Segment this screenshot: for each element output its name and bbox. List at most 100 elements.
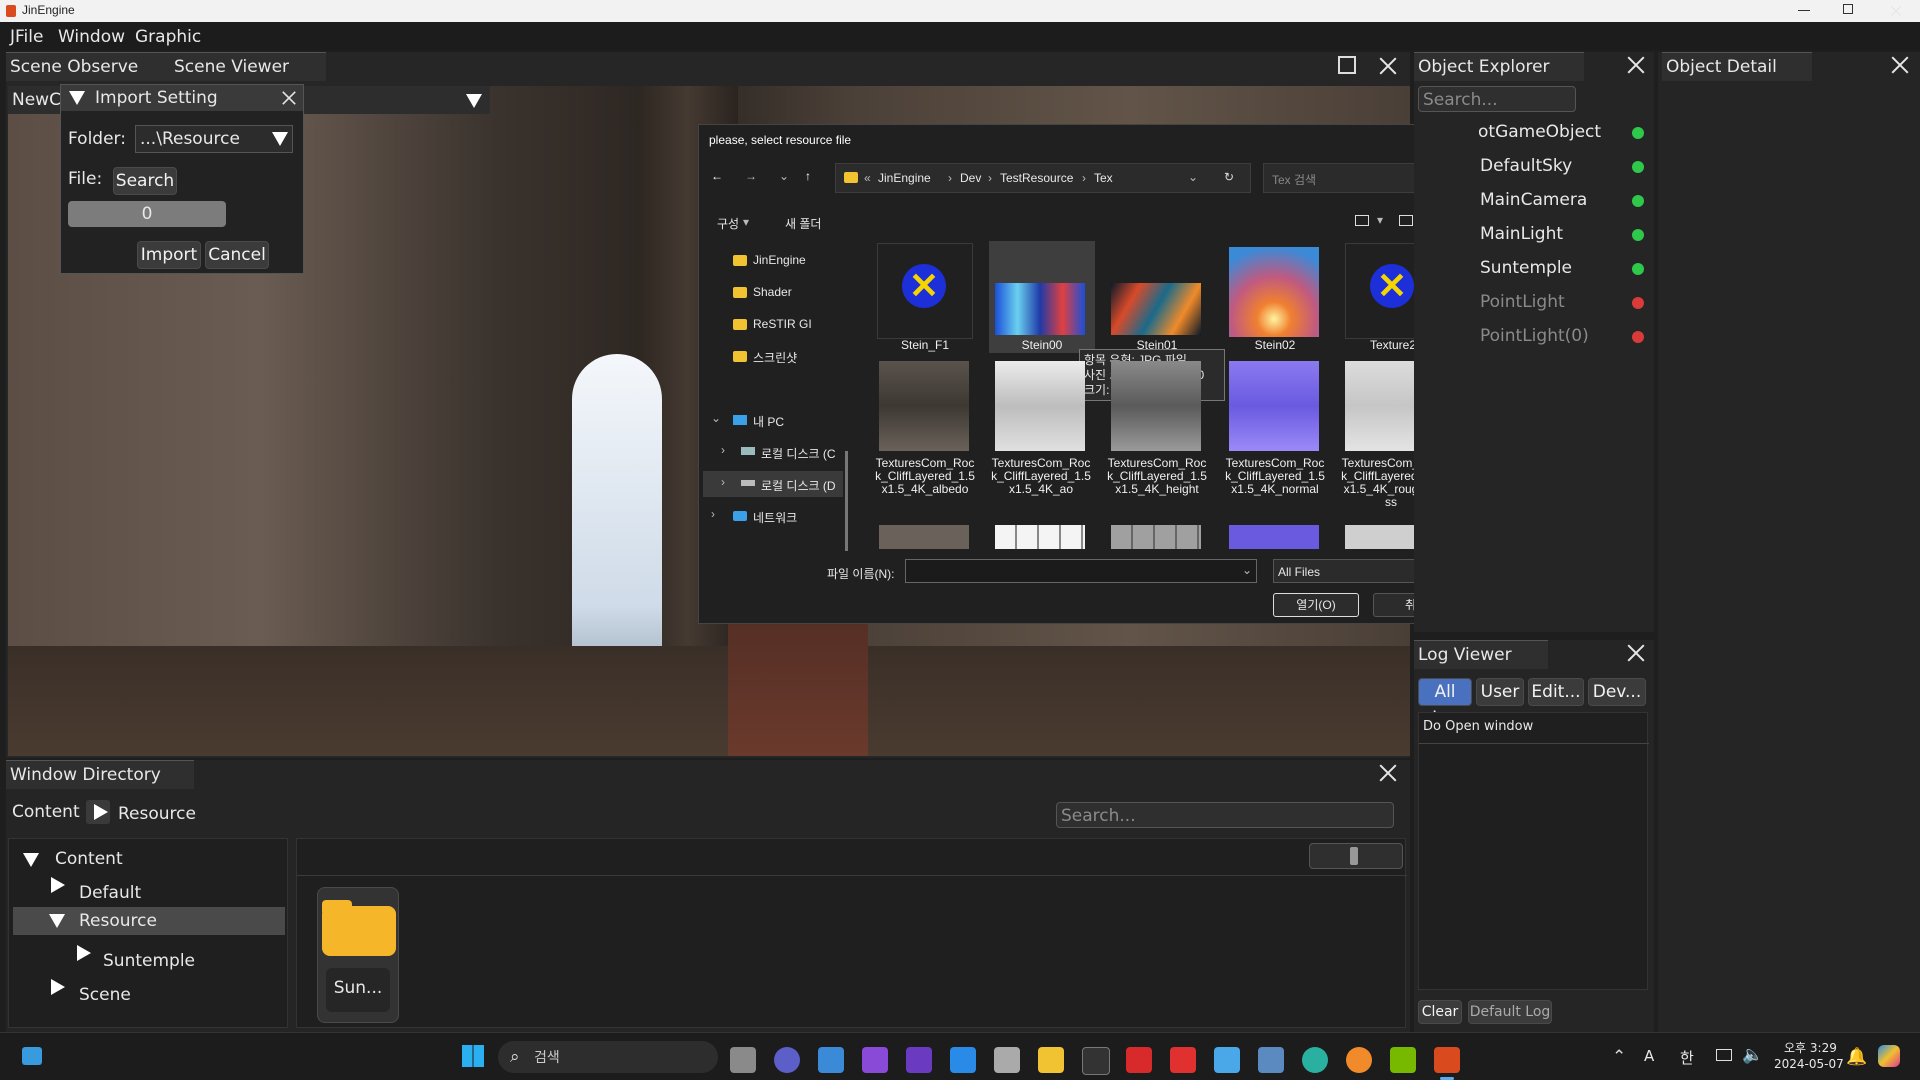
close-object-detail-icon[interactable] — [1890, 55, 1910, 75]
ime-a[interactable]: A — [1644, 1047, 1654, 1065]
default-log-button[interactable]: Default Log — [1468, 1000, 1552, 1024]
visual-studio-2-icon[interactable] — [906, 1047, 932, 1073]
file-explorer-icon[interactable] — [1038, 1047, 1064, 1073]
recent-dropdown-icon[interactable]: ⌄ — [779, 169, 789, 183]
close-import-icon[interactable] — [281, 90, 297, 106]
address-bar[interactable]: « JinEngine › Dev › TestResource › Tex ⌄… — [835, 163, 1251, 193]
view-mode-icon[interactable] — [1355, 215, 1369, 226]
close-scene-panel-icon[interactable] — [1378, 56, 1398, 76]
volume-icon[interactable]: 🔈 — [1742, 1045, 1763, 1065]
crumb-content[interactable]: Content — [12, 802, 80, 822]
nav-item-screenshot[interactable]: 스크린샷 — [753, 349, 797, 366]
tab-window-directory[interactable]: Window Directory — [6, 760, 194, 789]
clock-date[interactable]: 2024-05-07 — [1774, 1057, 1844, 1071]
chat-icon[interactable] — [774, 1047, 800, 1073]
minimize-button[interactable] — [1798, 10, 1810, 11]
tree-item-default[interactable]: Default — [79, 883, 141, 903]
nav-scrollbar[interactable] — [845, 451, 848, 551]
object-item[interactable]: PointLight(0) — [1480, 326, 1589, 346]
object-item[interactable]: MainCamera — [1480, 190, 1587, 210]
expand-scene-icon[interactable] — [51, 979, 65, 995]
breadcrumb-jinengine[interactable]: JinEngine — [878, 171, 931, 185]
expand-resource-icon[interactable] — [49, 914, 65, 928]
close-window-button[interactable] — [1890, 5, 1902, 17]
tree-item-suntemple[interactable]: Suntemple — [103, 951, 195, 971]
zoom-slider-handle[interactable] — [1350, 847, 1358, 865]
back-arrow-icon[interactable]: ← — [711, 169, 723, 183]
expand-chevron-icon[interactable]: › — [721, 443, 725, 457]
scene-new-label[interactable]: NewC — [12, 90, 61, 110]
view-mode-chevron-icon[interactable]: ▾ — [1377, 213, 1383, 227]
tab-scene-viewer[interactable]: Scene Viewer — [170, 52, 326, 81]
tab-object-detail[interactable]: Object Detail — [1662, 52, 1812, 81]
notepad-icon[interactable] — [1214, 1047, 1240, 1073]
nav-item-shader[interactable]: Shader — [753, 285, 792, 299]
log-tab-edit[interactable]: Edit... — [1528, 678, 1584, 706]
open-button[interactable]: 열기(O) — [1273, 593, 1359, 617]
maximize-panel-icon[interactable] — [1338, 56, 1356, 74]
organize-menu[interactable]: 구성 — [717, 215, 739, 232]
breadcrumb-dev[interactable]: Dev — [960, 171, 981, 185]
up-arrow-icon[interactable]: ↑ — [805, 169, 811, 183]
file-search-button[interactable]: Search — [113, 167, 177, 195]
tree-item-resource[interactable]: Resource — [79, 911, 157, 931]
nav-item-drive-c[interactable]: 로컬 디스크 (C — [761, 445, 836, 462]
object-item[interactable]: MainLight — [1480, 224, 1563, 244]
expand-chevron-icon[interactable]: › — [711, 507, 715, 521]
store-icon[interactable] — [818, 1047, 844, 1073]
visual-studio-icon[interactable] — [862, 1047, 888, 1073]
tab-log-viewer[interactable]: Log Viewer — [1414, 640, 1548, 669]
tab-scene-observe[interactable]: Scene Observe — [6, 52, 170, 81]
close-object-explorer-icon[interactable] — [1626, 55, 1646, 75]
directory-search-input[interactable]: Search... — [1056, 802, 1394, 828]
expand-chevron-icon[interactable]: ⌄ — [711, 411, 721, 425]
scene-dropdown-icon[interactable] — [466, 94, 482, 108]
menu-window[interactable]: Window — [58, 27, 125, 47]
collapse-icon[interactable] — [69, 91, 85, 105]
address-dropdown-icon[interactable]: ⌄ — [1188, 170, 1198, 184]
nav-item-restir[interactable]: ReSTIR GI — [753, 317, 812, 331]
breadcrumb-tex[interactable]: Tex — [1094, 171, 1113, 185]
close-log-viewer-icon[interactable] — [1626, 643, 1646, 663]
expand-suntemple-icon[interactable] — [77, 945, 91, 961]
preview-pane-icon[interactable] — [1399, 215, 1413, 226]
menu-jfile[interactable]: JFile — [10, 27, 43, 47]
close-window-directory-icon[interactable] — [1378, 763, 1398, 783]
nav-item-jinengine[interactable]: JinEngine — [753, 253, 806, 267]
vscode-icon[interactable] — [950, 1047, 976, 1073]
log-clear-button[interactable]: Clear — [1418, 1000, 1462, 1024]
breadcrumb-testresource[interactable]: TestResource — [1000, 171, 1073, 185]
nav-item-drive-d[interactable]: 로컬 디스크 (D — [761, 477, 836, 494]
menu-graphic[interactable]: Graphic — [135, 27, 201, 47]
file-item[interactable]: ✕ — [877, 243, 973, 339]
object-item[interactable]: DefaultSky — [1480, 156, 1572, 176]
log-tab-all[interactable]: All L... — [1418, 678, 1472, 728]
jinengine-icon[interactable] — [1434, 1047, 1460, 1073]
folder-card-suntemple[interactable]: Sun... — [317, 887, 399, 1023]
object-item[interactable]: PointLight — [1480, 292, 1565, 312]
expand-default-icon[interactable] — [51, 877, 65, 893]
expand-chevron-icon[interactable]: › — [721, 475, 725, 489]
object-item[interactable]: Suntemple — [1480, 258, 1572, 278]
tab-object-explorer[interactable]: Object Explorer — [1414, 52, 1584, 81]
log-tab-user[interactable]: User — [1476, 678, 1524, 706]
ime-han[interactable]: 한 — [1680, 1047, 1694, 1068]
stack-icon[interactable] — [994, 1047, 1020, 1073]
folder-dropdown-icon[interactable] — [272, 132, 288, 146]
object-item[interactable]: otGameObject — [1478, 122, 1601, 142]
import-button[interactable]: Import — [137, 241, 201, 269]
edge-icon[interactable] — [1302, 1047, 1328, 1073]
filename-dropdown-icon[interactable]: ⌄ — [1242, 563, 1252, 577]
taskbar-search[interactable]: ⌕ 검색 — [498, 1041, 718, 1073]
import-setting-titlebar[interactable]: Import Setting — [61, 85, 303, 111]
copilot-icon[interactable] — [1878, 1045, 1900, 1067]
import-cancel-button[interactable]: Cancel — [205, 241, 269, 269]
nav-item-drive-d-row[interactable]: › 로컬 디스크 (D — [703, 471, 843, 497]
start-icon[interactable] — [462, 1045, 484, 1067]
crumb-resource[interactable]: Resource — [118, 804, 196, 824]
expand-content-icon[interactable] — [23, 853, 39, 867]
nav-item-network[interactable]: 네트워크 — [753, 509, 797, 526]
zoom-slider[interactable] — [1309, 843, 1403, 869]
new-folder-button[interactable]: 새 폴더 — [785, 215, 821, 232]
log-tab-dev[interactable]: Dev... — [1588, 678, 1646, 706]
